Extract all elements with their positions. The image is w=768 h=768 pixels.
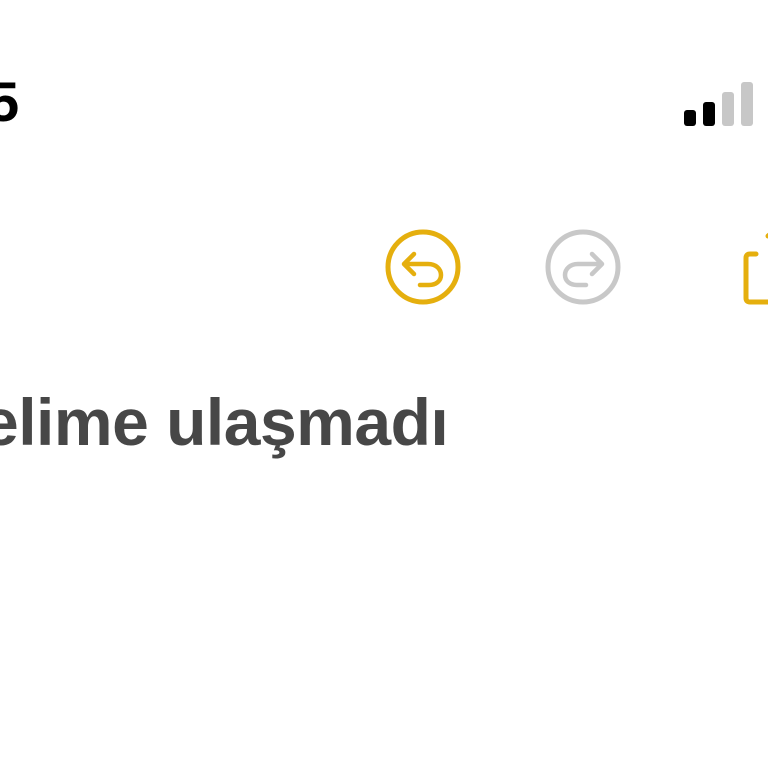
redo-arrow-icon — [545, 229, 621, 305]
undo-button[interactable] — [384, 228, 462, 306]
signal-bar-3 — [722, 92, 734, 126]
signal-bar-4 — [741, 82, 753, 126]
undo-arrow-icon — [385, 229, 461, 305]
status-bar-time: 5 — [0, 70, 19, 133]
share-icon — [743, 232, 768, 305]
signal-bar-2 — [703, 102, 715, 126]
notes-screen: 5 elime ulaşmadı — [0, 0, 768, 768]
share-button[interactable] — [740, 222, 768, 308]
cellular-signal-icon — [684, 80, 754, 126]
redo-button[interactable] — [544, 228, 622, 306]
signal-bar-1 — [684, 110, 696, 126]
note-body-text[interactable]: elime ulaşmadı — [0, 382, 449, 462]
